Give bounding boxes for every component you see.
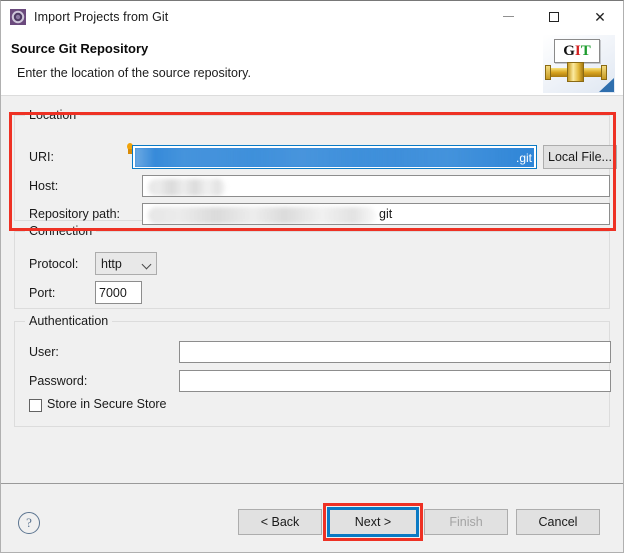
password-input[interactable]: [179, 370, 611, 392]
location-group: Location URI: .git Local File... Host: R…: [14, 108, 617, 225]
uri-selected-text: .git: [135, 148, 534, 167]
protocol-selected-value: http: [101, 256, 122, 271]
git-corner-triangle: [599, 78, 614, 92]
back-button[interactable]: < Back: [238, 509, 322, 535]
next-button[interactable]: Next >: [327, 507, 419, 537]
location-group-label: Location: [25, 108, 81, 122]
connection-group: Connection Protocol: http Port: 7000: [14, 224, 610, 309]
window-controls: ✕: [485, 1, 623, 32]
git-pipe-cap-left: [545, 65, 551, 80]
uri-input[interactable]: .git: [132, 145, 537, 169]
store-secure-checkbox[interactable]: [29, 399, 42, 412]
port-input[interactable]: 7000: [95, 281, 142, 304]
git-sign: GIT: [554, 39, 600, 63]
local-file-button[interactable]: Local File...: [543, 145, 617, 169]
uri-label: URI:: [29, 150, 54, 164]
page-subtitle: Enter the location of the source reposit…: [17, 66, 251, 80]
import-git-dialog: Import Projects from Git ✕ Source Git Re…: [0, 0, 624, 553]
connection-group-label: Connection: [25, 224, 97, 238]
host-redaction-blur: [148, 179, 226, 196]
git-logo-icon: GIT: [543, 35, 615, 93]
user-input[interactable]: [179, 341, 611, 363]
authentication-group-label: Authentication: [25, 314, 113, 328]
uri-redaction-blur: [135, 148, 534, 167]
protocol-select[interactable]: http: [95, 252, 157, 275]
store-secure-label[interactable]: Store in Secure Store: [47, 397, 167, 411]
chevron-down-icon: [141, 259, 152, 270]
window-title: Import Projects from Git: [34, 9, 169, 24]
protocol-label: Protocol:: [29, 257, 79, 271]
wizard-content: Location URI: .git Local File... Host: R…: [1, 97, 623, 482]
git-pipe-flange: [567, 62, 584, 82]
maximize-icon[interactable]: [531, 1, 577, 32]
git-letter-g: G: [563, 42, 575, 59]
git-letter-t: T: [580, 42, 591, 59]
repository-path-redaction-blur: [148, 207, 376, 224]
title-bar: Import Projects from Git ✕: [1, 1, 623, 32]
help-icon[interactable]: ?: [18, 512, 40, 534]
wizard-header: Source Git Repository Enter the location…: [1, 32, 623, 96]
cancel-button[interactable]: Cancel: [516, 509, 600, 535]
host-label: Host:: [29, 179, 59, 193]
finish-button: Finish: [424, 509, 508, 535]
authentication-group: Authentication User: Password: Store in …: [14, 314, 611, 427]
eclipse-gear-icon: [10, 8, 26, 25]
password-label: Password:: [29, 374, 88, 388]
repository-path-suffix: git: [379, 207, 393, 221]
close-icon[interactable]: ✕: [577, 1, 623, 32]
repository-path-input[interactable]: git: [142, 203, 610, 225]
port-label: Port:: [29, 286, 56, 300]
uri-extension: .git: [515, 150, 532, 165]
uri-caret: [534, 148, 535, 167]
minimize-icon[interactable]: [485, 1, 531, 32]
repository-path-label: Repository path:: [29, 207, 121, 221]
page-title: Source Git Repository: [11, 41, 149, 56]
user-label: User:: [29, 345, 59, 359]
host-input[interactable]: [142, 175, 610, 197]
